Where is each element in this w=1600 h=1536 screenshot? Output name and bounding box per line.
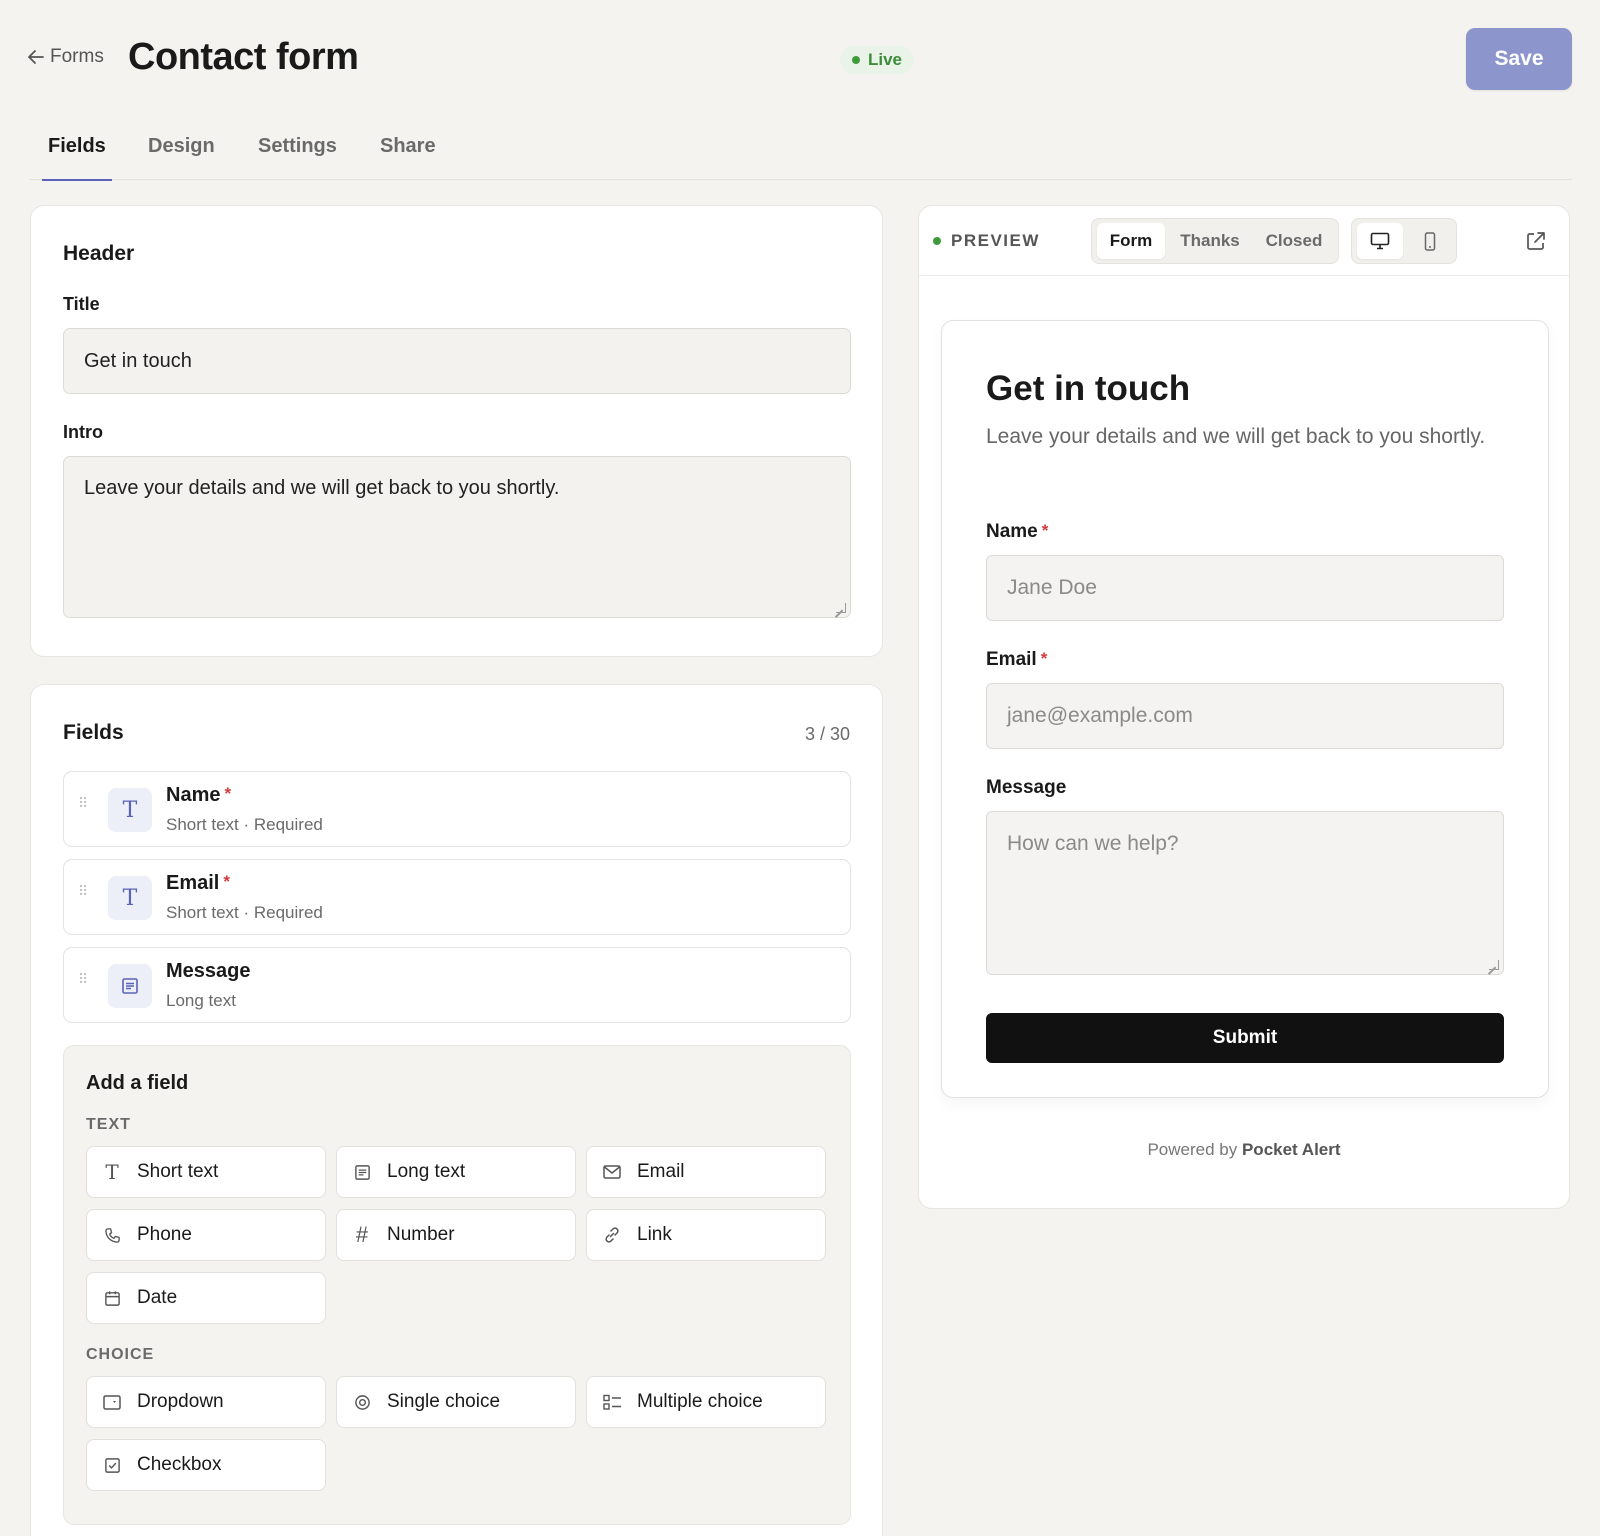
- phone-icon: [102, 1227, 122, 1244]
- add-date-button[interactable]: Date: [86, 1272, 326, 1324]
- short-text-icon: T: [105, 1160, 119, 1184]
- segment-thanks[interactable]: Thanks: [1172, 223, 1248, 259]
- text-section-label: TEXT: [86, 1116, 131, 1133]
- preview-panel: PREVIEW Form Thanks Closed Get in touch …: [918, 205, 1570, 1209]
- checklist-icon: [602, 1394, 622, 1411]
- brand-name: Pocket Alert: [1241, 1140, 1341, 1159]
- resize-handle-icon[interactable]: [836, 603, 846, 613]
- device-switcher: [1351, 218, 1457, 264]
- open-external-icon[interactable]: [1525, 230, 1547, 257]
- preview-form-card: Get in touch Leave your details and we w…: [941, 320, 1549, 1098]
- status-label: Live: [868, 50, 903, 69]
- title-label: Title: [63, 294, 100, 314]
- page-title: Contact form: [128, 36, 359, 78]
- tab-share[interactable]: Share: [380, 126, 436, 180]
- add-long-text-button[interactable]: Long text: [336, 1146, 576, 1198]
- resize-handle-icon[interactable]: [1489, 960, 1499, 970]
- radio-icon: [352, 1394, 372, 1411]
- preview-name-label: Name *: [986, 521, 1049, 542]
- add-field-heading: Add a field: [86, 1072, 189, 1094]
- intro-textarea[interactable]: Leave your details and we will get back …: [63, 456, 851, 618]
- add-short-text-button[interactable]: T Short text: [86, 1146, 326, 1198]
- add-phone-button[interactable]: Phone: [86, 1209, 326, 1261]
- preview-message-placeholder: How can we help?: [1007, 832, 1179, 855]
- field-meta: Short text · Required: [166, 903, 323, 922]
- add-multiple-choice-button[interactable]: Multiple choice: [586, 1376, 826, 1428]
- intro-text: Leave your details and we will get back …: [84, 477, 560, 499]
- required-mark: *: [223, 872, 230, 891]
- text-type-icon: T: [108, 876, 152, 920]
- back-link[interactable]: Forms: [28, 46, 104, 68]
- preview-form-intro: Leave your details and we will get back …: [986, 425, 1486, 448]
- text-type-icon: T: [108, 788, 152, 832]
- link-icon: [602, 1226, 622, 1244]
- top-bar: Forms Contact form Live Save: [0, 0, 1600, 120]
- choice-section-label: CHOICE: [86, 1346, 155, 1363]
- drag-handle-icon[interactable]: ⠿: [78, 796, 88, 810]
- arrow-left-icon: [28, 50, 44, 64]
- segment-closed[interactable]: Closed: [1254, 223, 1334, 259]
- drag-handle-icon[interactable]: ⠿: [78, 972, 88, 986]
- tab-settings[interactable]: Settings: [258, 126, 337, 180]
- hash-icon: #: [355, 1222, 369, 1247]
- preview-state-switcher: Form Thanks Closed: [1091, 218, 1339, 264]
- field-row-email[interactable]: ⠿ T Email * Short text · Required: [63, 859, 851, 935]
- preview-header: PREVIEW Form Thanks Closed: [919, 206, 1569, 276]
- calendar-icon: [102, 1290, 122, 1307]
- field-row-name[interactable]: ⠿ T Name * Short text · Required: [63, 771, 851, 847]
- drag-handle-icon[interactable]: ⠿: [78, 884, 88, 898]
- back-link-label: Forms: [50, 46, 104, 67]
- header-card: Header Title Get in touch Intro Leave yo…: [30, 205, 883, 657]
- field-name: Email *: [166, 872, 230, 894]
- preview-email-input[interactable]: jane@example.com: [986, 683, 1504, 749]
- field-name: Name *: [166, 784, 232, 806]
- save-button[interactable]: Save: [1466, 28, 1572, 90]
- required-mark: *: [224, 784, 232, 803]
- long-text-icon: [108, 964, 152, 1008]
- preview-status-dot-icon: [933, 237, 941, 245]
- field-row-message[interactable]: ⠿ Message Long text: [63, 947, 851, 1023]
- status-badge: Live: [840, 46, 915, 74]
- preview-message-textarea[interactable]: How can we help?: [986, 811, 1504, 975]
- field-meta: Short text · Required: [166, 815, 323, 834]
- add-single-choice-button[interactable]: Single choice: [336, 1376, 576, 1428]
- segment-form[interactable]: Form: [1097, 223, 1165, 259]
- add-checkbox-button[interactable]: Checkbox: [86, 1439, 326, 1491]
- add-field-panel: Add a field TEXT T Short text Long text …: [63, 1045, 851, 1525]
- tab-bar: Fields Design Settings Share: [30, 126, 1572, 181]
- powered-by: Powered by Pocket Alert: [1147, 1140, 1341, 1159]
- tab-design[interactable]: Design: [148, 126, 215, 180]
- checkbox-icon: [102, 1457, 122, 1474]
- dropdown-icon: [102, 1394, 122, 1410]
- envelope-icon: [602, 1165, 622, 1179]
- preview-label: PREVIEW: [933, 231, 1040, 251]
- add-link-button[interactable]: Link: [586, 1209, 826, 1261]
- preview-email-label: Email *: [986, 649, 1048, 670]
- desktop-icon[interactable]: [1357, 223, 1403, 259]
- status-dot-icon: [852, 56, 860, 64]
- intro-label: Intro: [63, 422, 103, 442]
- fields-card-heading: Fields: [63, 721, 124, 744]
- field-count: 3 / 30: [804, 724, 850, 744]
- preview-message-label: Message: [986, 777, 1067, 798]
- title-input[interactable]: Get in touch: [63, 328, 851, 394]
- preview-name-input[interactable]: Jane Doe: [986, 555, 1504, 621]
- mobile-icon[interactable]: [1407, 223, 1453, 259]
- field-name: Message: [166, 960, 251, 982]
- tab-fields[interactable]: Fields: [42, 126, 112, 181]
- add-dropdown-button[interactable]: Dropdown: [86, 1376, 326, 1428]
- long-text-icon: [352, 1164, 372, 1181]
- add-number-button[interactable]: # Number: [336, 1209, 576, 1261]
- field-meta: Long text: [166, 991, 236, 1010]
- preview-submit-button[interactable]: Submit: [986, 1013, 1504, 1063]
- preview-form-title: Get in touch: [986, 369, 1191, 408]
- fields-card: Fields 3 / 30 ⠿ T Name * Short text · Req…: [30, 684, 883, 1536]
- header-card-heading: Header: [63, 242, 135, 265]
- add-email-button[interactable]: Email: [586, 1146, 826, 1198]
